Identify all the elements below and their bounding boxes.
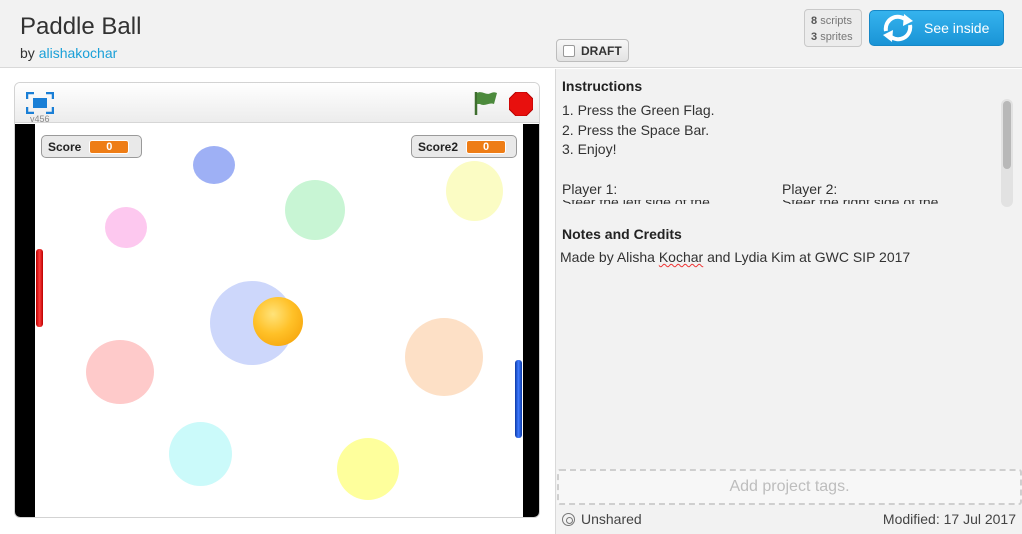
- score2-monitor[interactable]: Score2 0: [411, 135, 517, 158]
- player1-text-cut: Steer the left side of the: [562, 200, 762, 204]
- scripts-label: scripts: [820, 15, 852, 27]
- pastel-bubble: [193, 146, 235, 184]
- score2-monitor-value: 0: [466, 139, 507, 154]
- instructions-heading: Instructions: [562, 78, 643, 94]
- author-link[interactable]: alishakochar: [39, 45, 118, 61]
- pastel-bubble: [105, 207, 147, 248]
- draft-checkbox[interactable]: [563, 44, 575, 57]
- notes-text-part: and Lydia Kim at GWC SIP 2017: [703, 249, 911, 265]
- project-info-panel: Instructions 1. Press the Green Flag. 2.…: [555, 69, 1022, 534]
- project-player: v456 Score 0 Score2 0: [14, 82, 540, 518]
- see-inside-label: See inside: [924, 20, 990, 36]
- modified-date: Modified: 17 Jul 2017: [882, 511, 1016, 527]
- instruction-line: 1. Press the Green Flag.: [562, 102, 715, 118]
- instruction-line: 3. Enjoy!: [562, 141, 617, 157]
- instructions-text: 1. Press the Green Flag. 2. Press the Sp…: [562, 101, 715, 160]
- score-monitor[interactable]: Score 0: [41, 135, 142, 158]
- player-version: v456: [30, 114, 50, 124]
- player1-heading: Player 1:: [562, 181, 618, 197]
- remix-arrows-icon: [883, 14, 913, 42]
- draft-label: DRAFT: [581, 43, 622, 58]
- instructions-scroll-thumb[interactable]: [1003, 101, 1011, 169]
- stop-sign-icon[interactable]: [509, 92, 533, 116]
- left-paddle-sprite[interactable]: [36, 249, 43, 327]
- by-label: by: [20, 45, 35, 61]
- sprites-count: 3: [811, 31, 818, 43]
- notes-heading: Notes and Credits: [562, 226, 682, 242]
- instructions-box[interactable]: Instructions 1. Press the Green Flag. 2.…: [556, 69, 1022, 209]
- byline: by alishakochar: [20, 45, 117, 61]
- notes-text-misspelled: Kochar: [658, 249, 704, 265]
- unshared-icon: [562, 512, 575, 526]
- stage-canvas[interactable]: Score 0 Score2 0: [35, 124, 523, 517]
- project-title[interactable]: Paddle Ball: [20, 13, 141, 41]
- pastel-bubble: [169, 422, 232, 486]
- green-flag-icon[interactable]: [472, 90, 500, 116]
- instruction-line: 2. Press the Space Bar.: [562, 121, 710, 138]
- sprites-label: sprites: [820, 31, 853, 43]
- add-tags-field[interactable]: Add project tags.: [557, 469, 1022, 505]
- score-monitor-label: Score: [48, 139, 82, 154]
- sprites-stat: 3 sprites: [811, 29, 861, 45]
- player2-heading: Player 2:: [782, 181, 838, 197]
- project-page: Paddle Ball by alishakochar DRAFT 8 scri…: [0, 0, 1022, 534]
- notes-text-part: Made by Alisha: [560, 249, 659, 265]
- draft-button[interactable]: DRAFT: [556, 39, 629, 62]
- pastel-bubble: [285, 180, 345, 240]
- pastel-bubble: [337, 438, 399, 500]
- pastel-bubble: [446, 161, 503, 221]
- pastel-bubble: [405, 318, 483, 396]
- player2-text-cut: Steer the right side of the: [782, 200, 982, 204]
- share-status-label: Unshared: [581, 511, 642, 527]
- scripts-stat: 8 scripts: [811, 13, 861, 29]
- score2-monitor-label: Score2: [418, 139, 459, 154]
- score-monitor-value: 0: [89, 139, 130, 154]
- stage[interactable]: Score 0 Score2 0: [15, 124, 539, 517]
- notes-text[interactable]: Made by Alisha Kochar and Lydia Kim at G…: [560, 249, 910, 265]
- see-inside-button[interactable]: See inside: [869, 10, 1004, 46]
- ball-sprite[interactable]: [253, 297, 303, 346]
- fullscreen-icon[interactable]: [26, 92, 54, 114]
- share-status: Unshared: [562, 511, 642, 527]
- project-stats: 8 scripts 3 sprites: [804, 9, 862, 47]
- pastel-bubble: [86, 340, 154, 404]
- player-controls-bar: v456: [15, 83, 539, 124]
- right-paddle-sprite[interactable]: [515, 360, 522, 438]
- scripts-count: 8: [811, 15, 818, 27]
- project-header: Paddle Ball by alishakochar DRAFT 8 scri…: [0, 0, 1022, 68]
